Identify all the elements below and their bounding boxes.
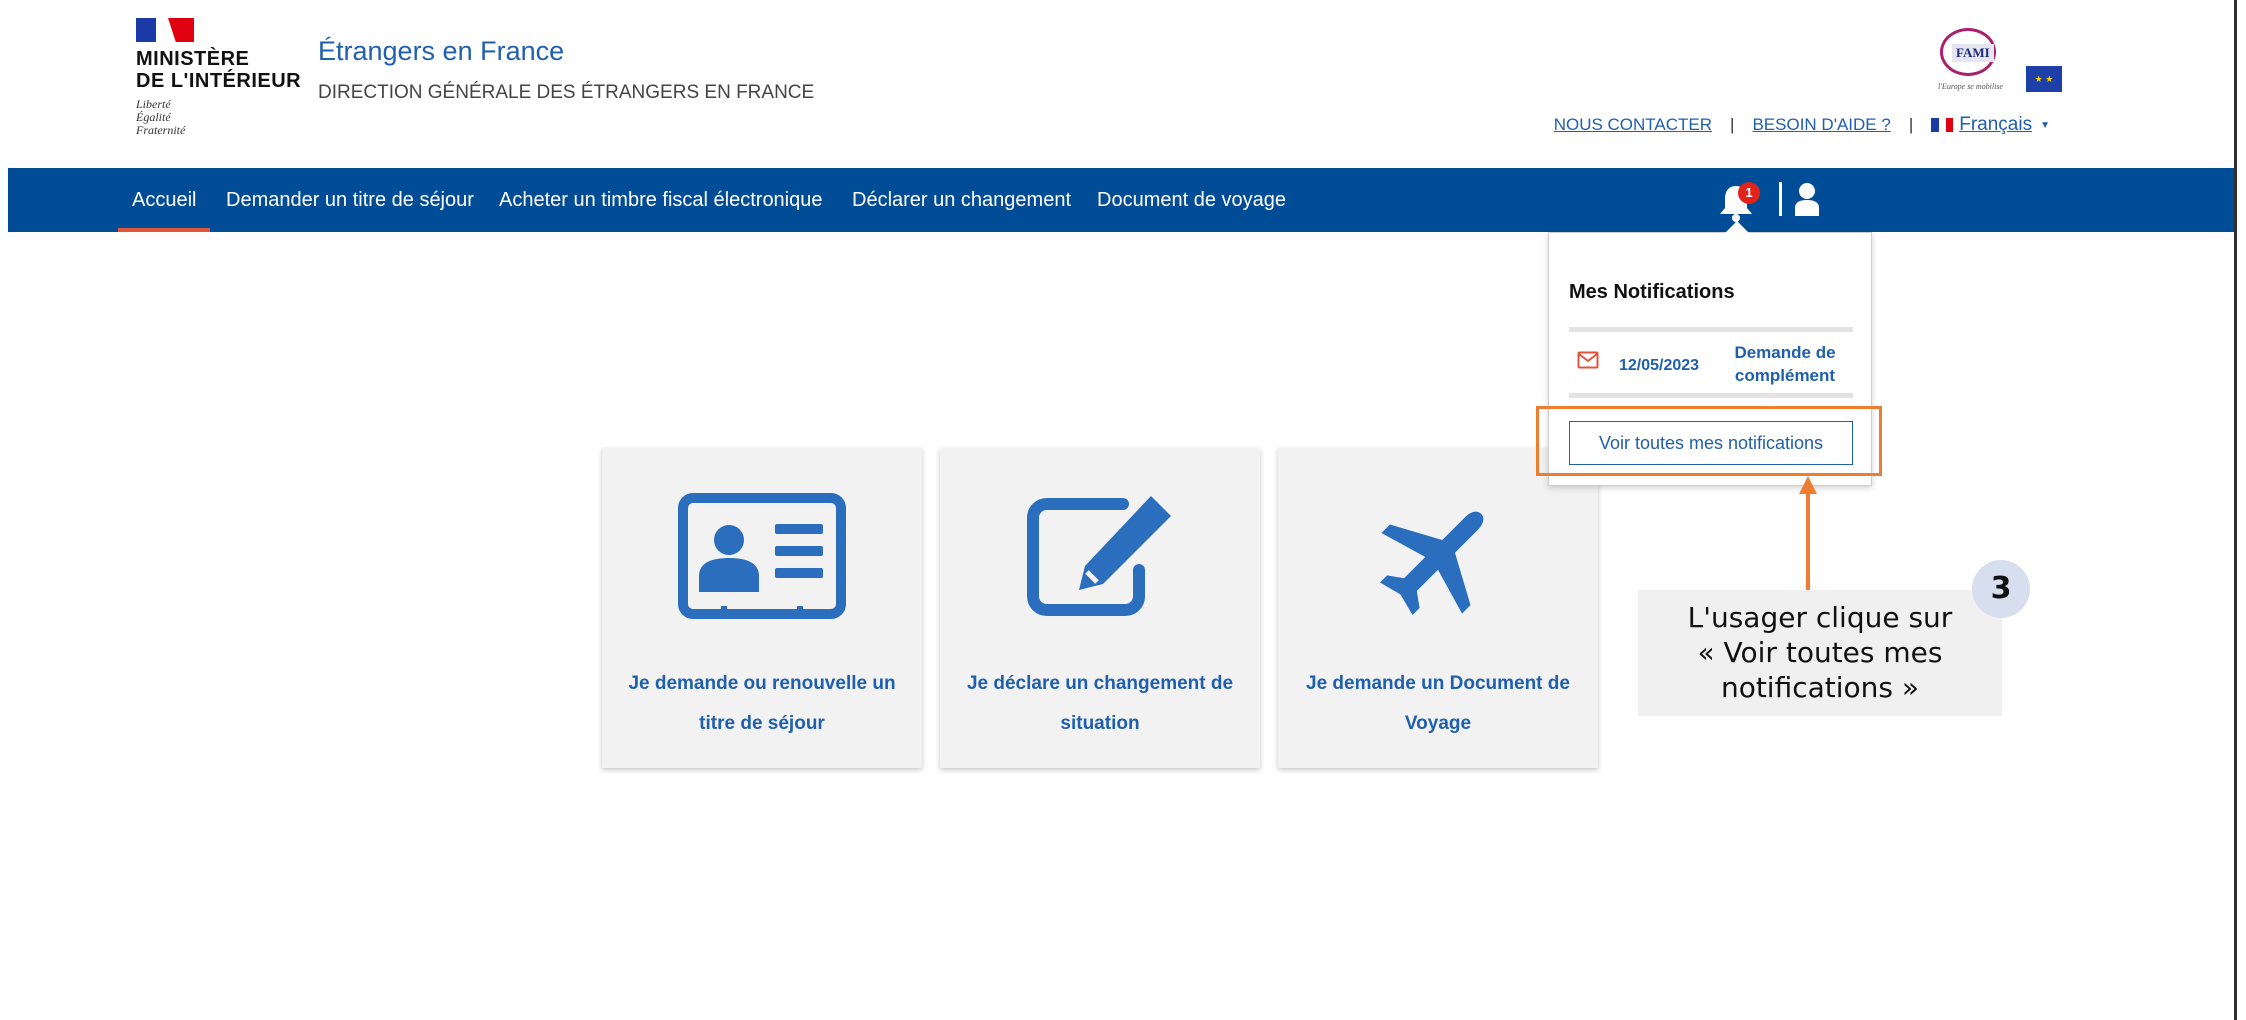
arrow-line [1806,492,1810,592]
instruction-callout: L'usager clique sur « Voir toutes mes no… [1638,590,2002,716]
card-label: Je demande ou renouvelle un titre de séj… [628,673,896,734]
help-link[interactable]: BESOIN D'AIDE ? [1752,115,1890,135]
notification-subject[interactable]: Demande de complément [1725,341,1845,387]
notification-count-badge: 1 [1738,182,1760,204]
card-titre-sejour[interactable]: Je demande ou renouvelle un titre de séj… [602,448,922,768]
main-navbar: Accueil Demander un titre de séjour Ache… [8,168,2234,232]
eu-flag-icon: ★ ★ [2026,66,2062,92]
french-flag-icon [1931,118,1954,132]
notification-date: 12/05/2023 [1619,357,1700,374]
fami-logo: FAMI ★ ★ l'Europe se mobilise [1936,26,2064,96]
id-card-icon [678,493,846,619]
caret-down-icon: ▼ [2040,119,2050,131]
notifications-title: Mes Notifications [1569,281,1735,303]
ministry-devise: Liberté Égalité Fraternité [136,97,186,137]
highlight-frame [1536,406,1882,476]
language-label: Français [1959,114,2033,135]
nav-item-timbre-fiscal[interactable]: Acheter un timbre fiscal électronique [499,168,823,232]
notification-item[interactable]: 12/05/2023 Demande de complément [1569,337,1853,389]
contact-link[interactable]: NOUS CONTACTER [1554,115,1712,135]
fami-logo-text: FAMI [1952,44,1994,62]
ministry-logo[interactable]: MINISTÈRE DE L'INTÉRIEUR Liberté Égalité… [136,18,306,143]
fami-caption: l'Europe se mobilise [1938,82,2003,91]
separator: | [1908,115,1914,134]
mail-icon [1577,351,1599,369]
nav-item-accueil[interactable]: Accueil [117,168,212,232]
nav-item-titre-sejour[interactable]: Demander un titre de séjour [226,168,474,232]
step-number-badge: 3 [1972,560,2030,618]
plane-icon [1380,511,1484,615]
divider [1569,327,1853,332]
card-declarer-changement[interactable]: Je déclare un changement de situation [940,448,1260,768]
notifications-bell-icon[interactable]: 1 [1718,182,1760,222]
nav-item-declarer-changement[interactable]: Déclarer un changement [852,168,1071,232]
ministry-name: MINISTÈRE DE L'INTÉRIEUR [136,48,302,92]
nav-item-document-voyage[interactable]: Document de voyage [1097,168,1286,232]
marianne-flag-icon [136,18,194,42]
language-selector[interactable]: Français ▼ [1931,114,2050,136]
window-edge [2234,0,2237,1020]
site-subtitle: DIRECTION GÉNÉRALE DES ÉTRANGERS EN FRAN… [318,82,815,103]
edit-icon [1027,496,1171,616]
site-title[interactable]: Étrangers en France [318,36,564,67]
header-links: NOUS CONTACTER | BESOIN D'AIDE ? | Franç… [1554,114,2050,136]
divider [1569,393,1853,398]
card-label: Je demande un Document de Voyage [1306,673,1570,734]
user-account-icon[interactable] [1794,182,1820,218]
page: { "header": { "ministry": "MINISTÈRE\nDE… [0,0,2246,1020]
card-label: Je déclare un changement de situation [966,673,1234,734]
nav-divider [1779,182,1782,216]
card-document-voyage[interactable]: Je demande un Document de Voyage [1278,448,1598,768]
separator: | [1730,115,1735,134]
